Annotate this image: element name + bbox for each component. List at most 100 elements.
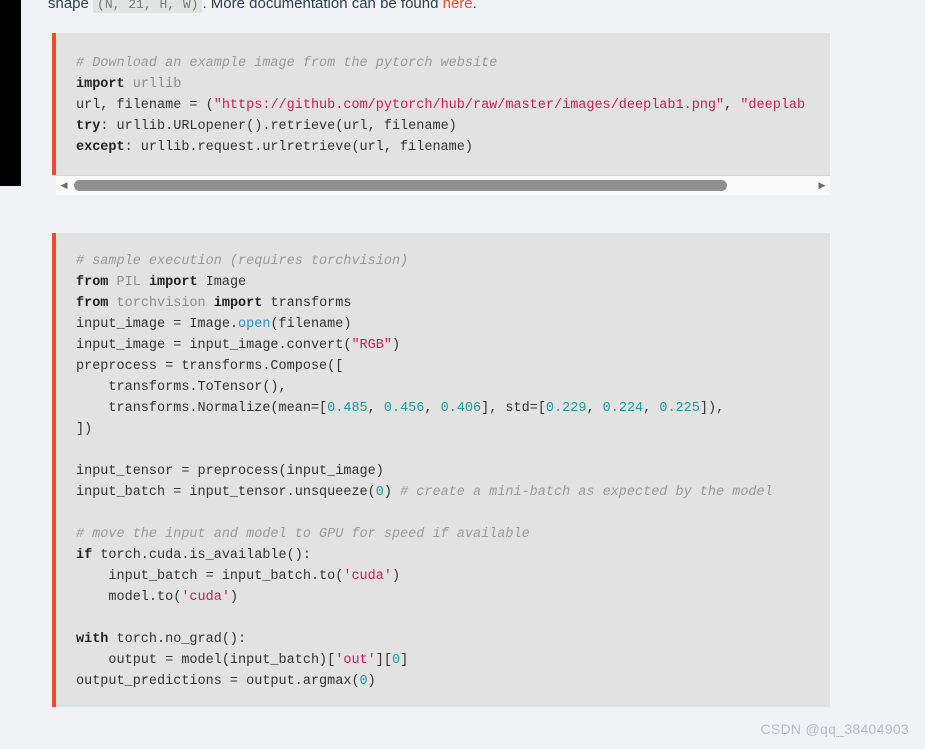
scrollbar-thumb[interactable] [74,179,727,191]
code-token-plain: ]), [699,401,725,416]
code-line: input_image = input_image.convert("RGB") [76,338,400,353]
code-line: input_batch = input_tensor.unsqueeze(0) … [76,485,773,500]
code-line: # move the input and model to GPU for sp… [76,527,530,542]
intro-text-middle: . More documentation can be found [202,0,443,12]
code-token-number: 0.485 [327,401,368,416]
code-token-number: 0.224 [602,401,644,416]
code-token-keyword: import [148,275,198,290]
code-token-module: PIL [116,275,141,290]
page-root: shape (N, 21, H, W). More documentation … [0,0,925,749]
code-token-plain: preprocess = transforms.Compose([ [76,359,344,374]
code-token-plain: ], std=[ [481,401,546,416]
code-token-plain: ][ [375,653,392,668]
inline-code-shape: (N, 21, H, W) [93,0,203,13]
watermark: CSDN @qq_38404903 [760,721,909,737]
code-token-plain: : urllib.URLopener().retrieve(url, filen… [100,119,457,134]
code-line: from PIL import Image [76,275,246,290]
scroll-left-arrow-icon[interactable]: ◀ [56,175,72,195]
code-line: preprocess = transforms.Compose([ [76,359,343,374]
code-token-plain: input_image = Image. [76,317,239,332]
code-token-string: "deeplab [740,98,806,113]
code-token-number: 0.456 [383,401,425,416]
code-token-plain: , [367,401,384,416]
code-block-sample-execution[interactable]: # sample execution (requires torchvision… [52,233,830,707]
code-token-plain: , [424,401,441,416]
code-token-string: 'cuda' [343,569,392,584]
scroll-right-arrow-icon[interactable]: ▶ [814,175,830,195]
intro-text-after: . [472,0,477,12]
code-token-string: "RGB" [351,338,392,353]
code-token-module: urllib [132,77,182,92]
code-token-plain: url, filename = ( [76,98,214,113]
code-line: except: urllib.request.urlretrieve(url, … [76,140,473,155]
code-token-keyword: try [76,119,101,134]
code-token-keyword: import [213,296,263,311]
documentation-link[interactable]: here [443,0,473,12]
code-line: # sample execution (requires torchvision… [76,254,408,269]
code-token-number: 0 [359,674,368,689]
code-token-comment: # move the input and model to GPU for sp… [76,527,530,542]
code-token-number: 0.225 [659,401,700,416]
code-token-plain: torch.cuda.is_available(): [92,548,311,563]
code-token-number: 0 [375,485,384,500]
code-line: transforms.ToTensor(), [76,380,287,395]
code-line: url, filename = ("https://github.com/pyt… [76,98,805,113]
code-token-keyword: if [76,548,93,563]
code-token-plain: , [586,401,603,416]
left-black-bar [0,0,21,186]
intro-paragraph: shape (N, 21, H, W). More documentation … [48,0,908,14]
code-line: from torchvision import transforms [76,296,351,311]
code-content-1: # Download an example image from the pyt… [56,33,830,172]
code-token-keyword: with [76,632,109,647]
code-token-keyword: except [76,140,125,155]
code-token-number: 0.229 [545,401,587,416]
code-line: input_batch = input_batch.to('cuda') [76,569,400,584]
scrollbar-track[interactable] [72,175,814,195]
code-token-string: "https://github.com/pytorch/hub/raw/mast… [213,98,725,113]
code-token-plain: (filename) [270,317,352,332]
code-token-plain: input_image = input_image.convert( [76,338,352,353]
code-block-download-image[interactable]: # Download an example image from the pyt… [52,33,830,175]
code-token-plain: : urllib.request.urlretrieve(url, filena… [124,140,473,155]
code-token-keyword: from [76,275,109,290]
code-line: with torch.no_grad(): [76,632,246,647]
code-line: transforms.Normalize(mean=[0.485, 0.456,… [76,401,724,416]
code-token-number: 0 [391,653,401,668]
code-token-comment: # sample execution (requires torchvision… [76,254,409,269]
code-token-plain: , [724,98,741,113]
code-token-plain: output = model(input_batch)[ [76,653,336,668]
code-token-plain: input_batch = input_batch.to( [76,569,344,584]
code-content-2: # sample execution (requires torchvision… [56,233,830,706]
code-line: if torch.cuda.is_available(): [76,548,311,563]
code-token-plain: ) [391,569,401,584]
code-token-plain: ] [400,653,409,668]
code-token-plain: transforms.ToTensor(), [76,380,287,395]
code-line: # Download an example image from the pyt… [76,56,497,71]
code-token-plain: input_batch = input_tensor.unsqueeze( [76,485,376,500]
code-line: output = model(input_batch)['out'][0] [76,653,408,668]
code-token-plain: transforms [270,296,352,311]
code-line: try: urllib.URLopener().retrieve(url, fi… [76,119,457,134]
code-token-plain: ) [383,485,401,500]
code-token-plain: torch.no_grad(): [108,632,247,647]
code-token-module: torchvision [116,296,206,311]
code-token-plain: ) [367,674,376,689]
code-token-plain: model.to( [76,590,182,605]
code-line: input_tensor = preprocess(input_image) [76,464,384,479]
intro-text-before: shape [48,0,94,12]
code-token-comment: # create a mini-batch as expected by the… [400,485,773,500]
code-line: input_image = Image.open(filename) [76,317,351,332]
code-line: ]) [76,422,92,437]
code-token-func: open [238,317,271,332]
code-token-plain: ) [229,590,239,605]
code-block-1-horizontal-scrollbar[interactable]: ◀ ▶ [56,175,830,195]
code-token-plain: Image [205,275,247,290]
code-token-string: 'out' [335,653,376,668]
code-token-plain: ]) [76,422,93,437]
